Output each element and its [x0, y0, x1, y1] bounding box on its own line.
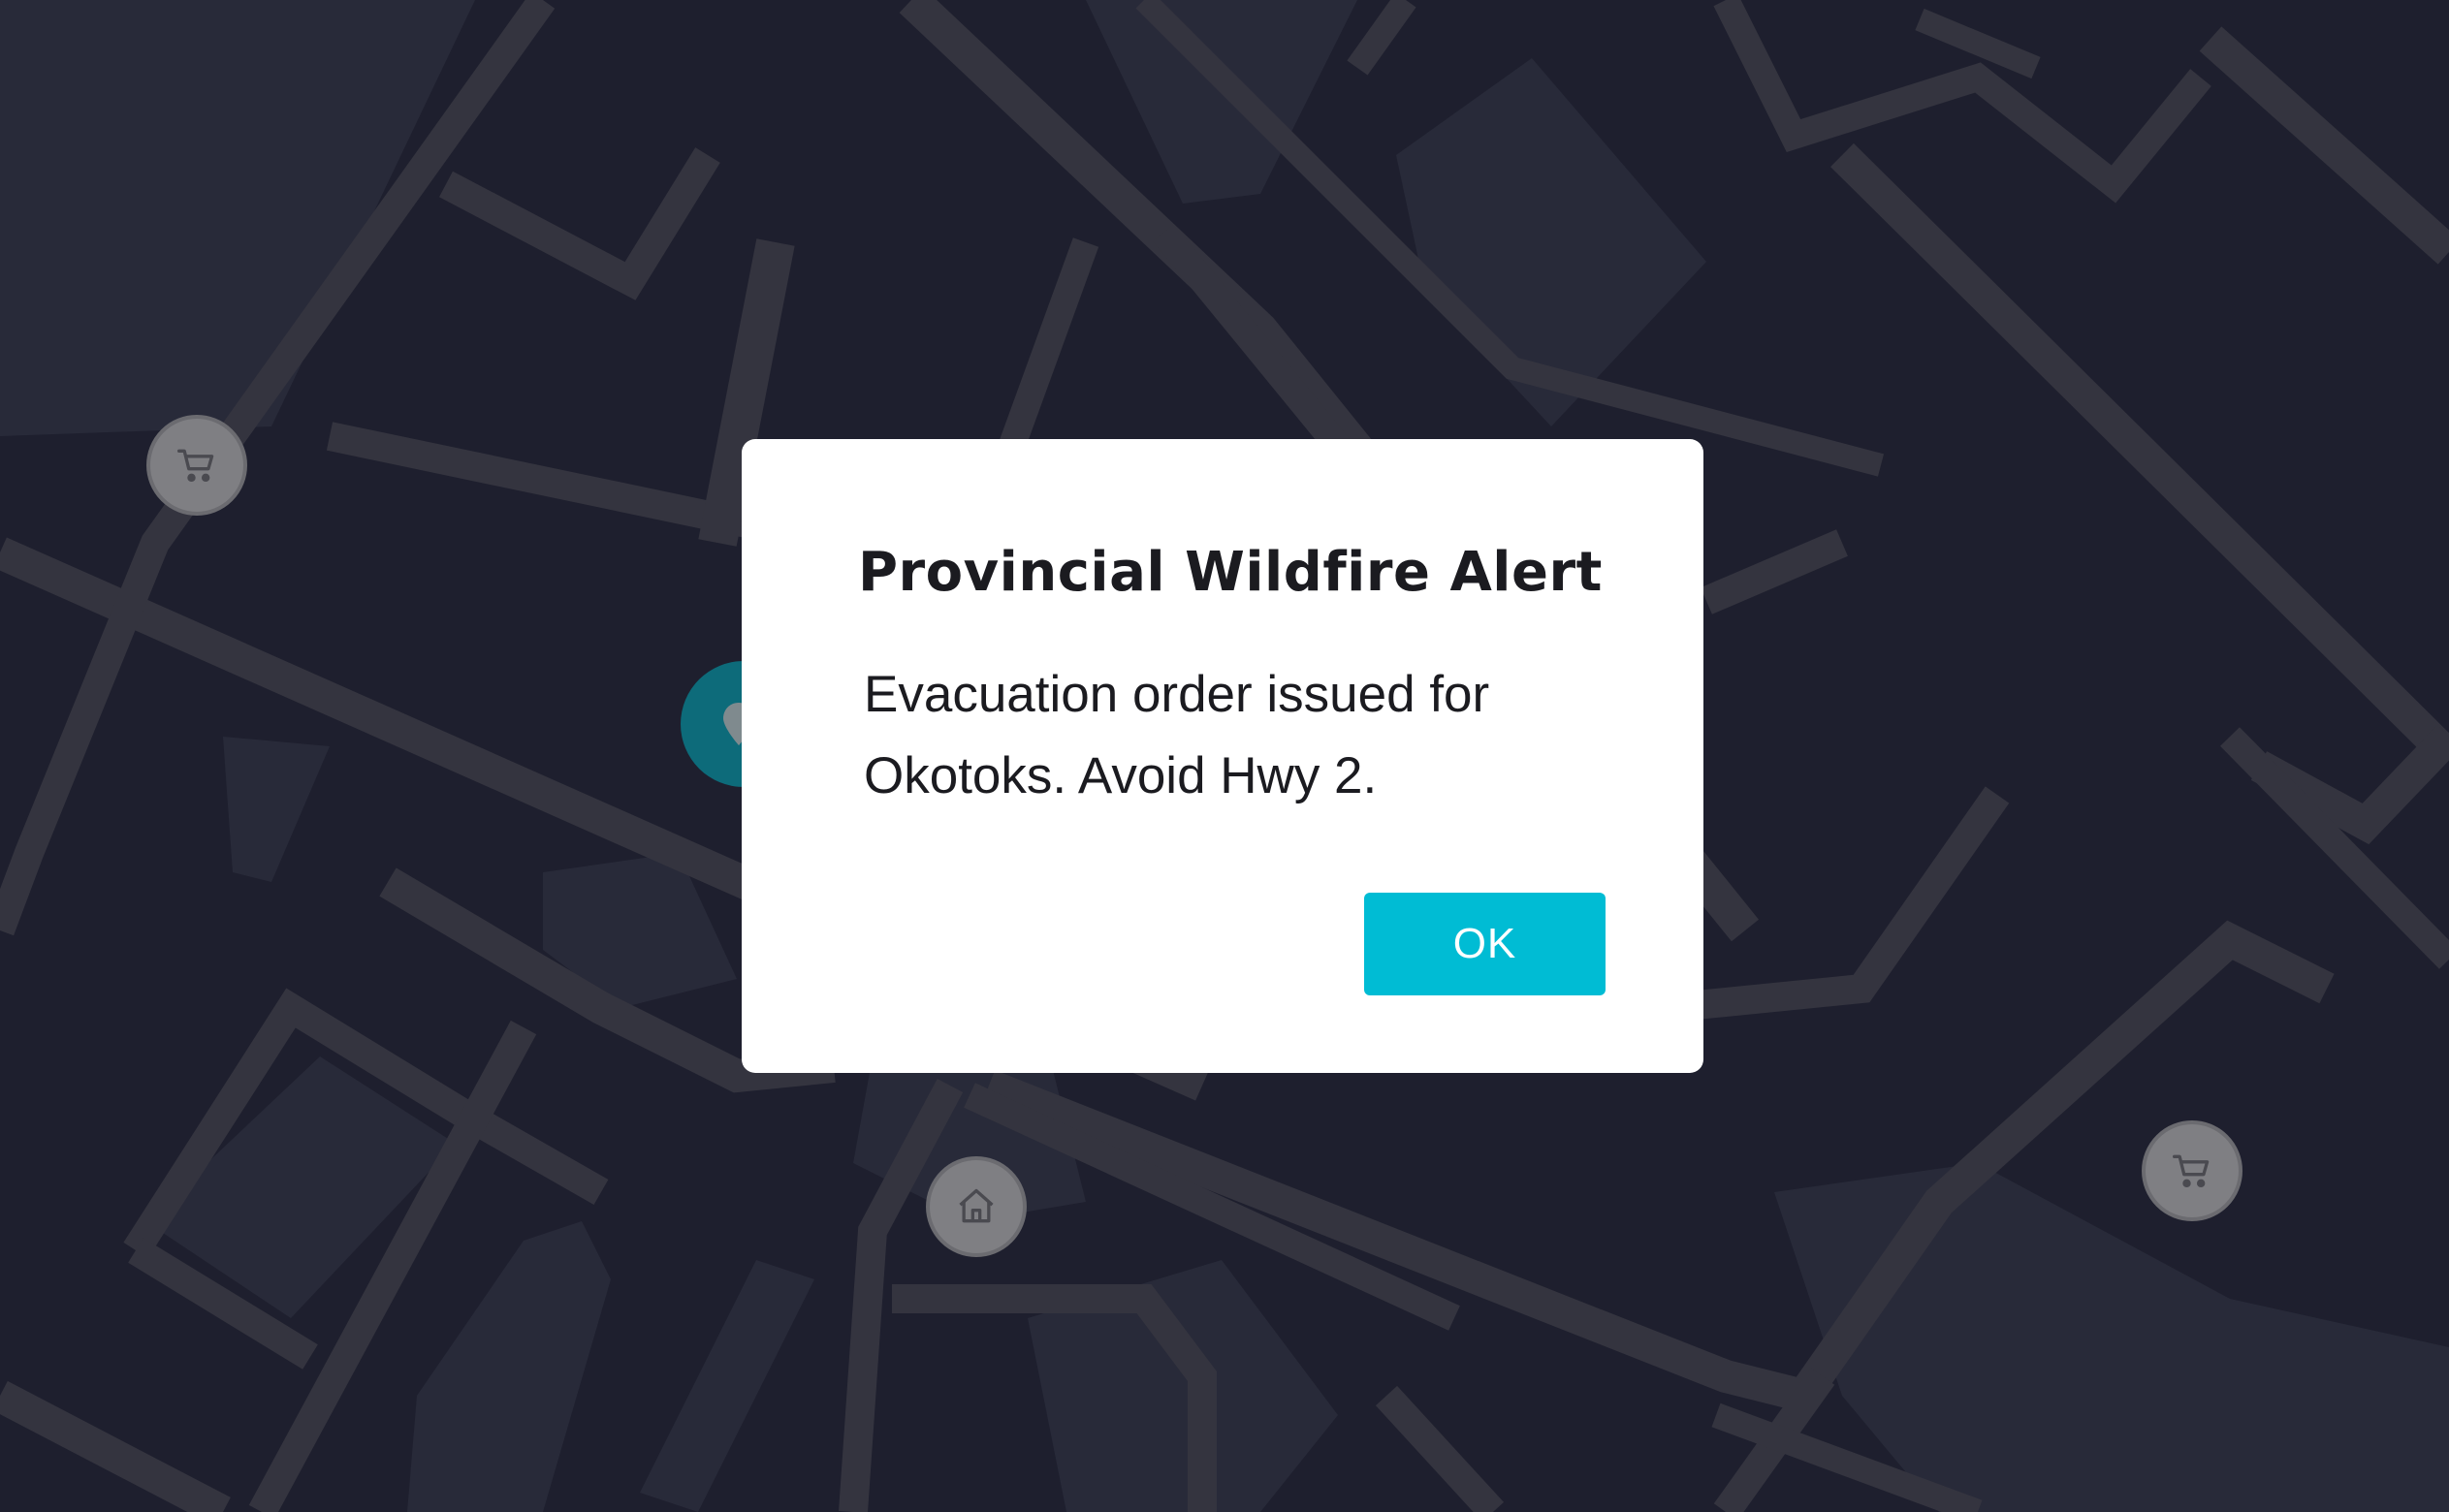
ok-button[interactable]: OK — [1364, 893, 1606, 995]
shopping-cart-icon — [2173, 1154, 2210, 1188]
map-screen: Provincial Wildfire Alert Evacuation ord… — [0, 0, 2449, 1512]
dialog-message: Evacuation order issued for Okotoks. Avo… — [864, 666, 1490, 804]
home-icon — [959, 1188, 994, 1223]
map-marker-home[interactable] — [926, 1156, 1027, 1257]
map-marker-shopping[interactable] — [146, 415, 247, 516]
map-marker-shopping[interactable] — [2142, 1120, 2242, 1221]
dialog-title: Provincial Wildfire Alert — [858, 541, 1603, 604]
shopping-cart-icon — [177, 449, 214, 483]
alert-dialog: Provincial Wildfire Alert Evacuation ord… — [742, 439, 1703, 1073]
